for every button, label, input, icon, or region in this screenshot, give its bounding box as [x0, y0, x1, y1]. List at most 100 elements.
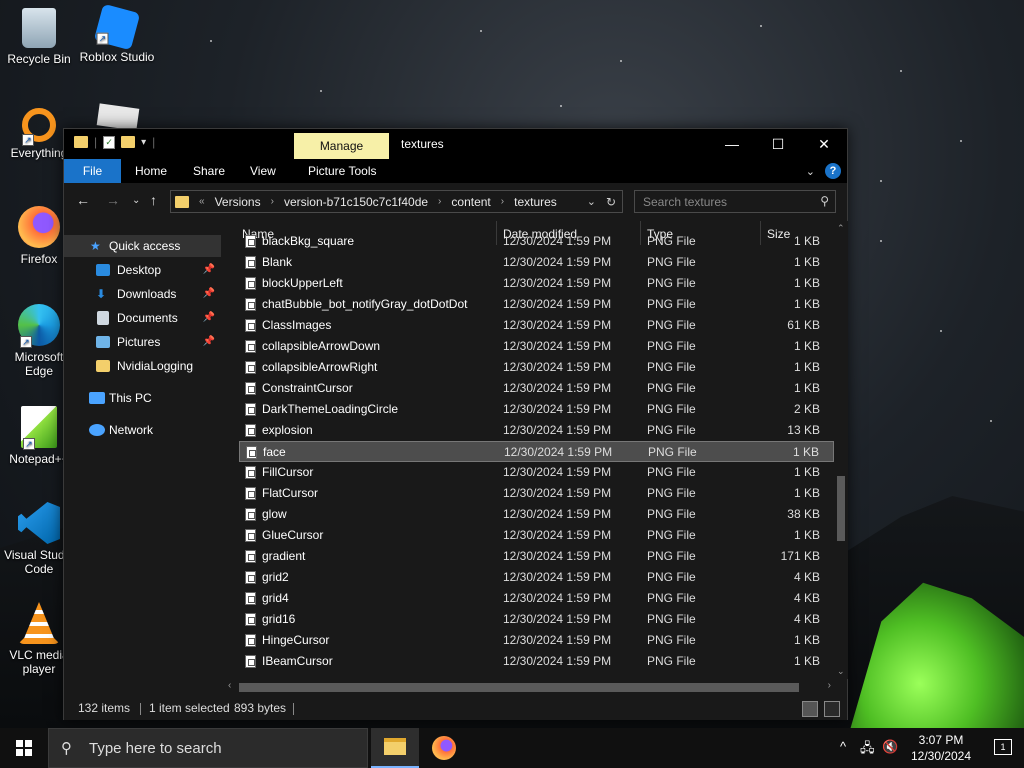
show-hidden-icons-button[interactable]: ^ [840, 739, 846, 754]
scroll-thumb[interactable] [239, 683, 799, 692]
file-row[interactable]: face 12/30/2024 1:59 PM PNG File 1 KB [239, 441, 834, 462]
desktop-icon-recycle-bin[interactable]: Recycle Bin [0, 8, 78, 66]
file-row[interactable]: gradient 12/30/2024 1:59 PM PNG File 171 KB [239, 546, 834, 567]
file-type: PNG File [647, 591, 696, 605]
file-date: 12/30/2024 1:59 PM [503, 402, 612, 416]
file-row[interactable]: GlueCursor 12/30/2024 1:59 PM PNG File 1 KB [239, 525, 834, 546]
minimize-button[interactable]: — [709, 129, 755, 159]
png-file-icon [245, 655, 256, 668]
nav-documents[interactable]: Documents 📌 [64, 307, 221, 329]
tab-home[interactable]: Home [123, 159, 179, 183]
file-row[interactable]: ClassImages 12/30/2024 1:59 PM PNG File 61 … [239, 315, 834, 336]
file-row[interactable]: Blank 12/30/2024 1:59 PM PNG File 1 KB [239, 252, 834, 273]
details-view-button[interactable] [802, 701, 818, 717]
file-row[interactable]: FillCursor 12/30/2024 1:59 PM PNG File 1 KB [239, 462, 834, 483]
nav-pictures[interactable]: Pictures 📌 [64, 331, 221, 353]
taskbar: ⚲ Type here to search ^ 🖧 🔇 3:07 PM 12/3… [0, 728, 1024, 768]
notifications-button[interactable]: 1 [994, 739, 1012, 755]
address-bar[interactable]: « Versions › version-b71c150c7c1f40de › … [170, 190, 623, 213]
nav-desktop[interactable]: Desktop 📌 [64, 259, 221, 281]
file-date: 12/30/2024 1:59 PM [503, 591, 612, 605]
tab-view[interactable]: View [238, 159, 288, 183]
refresh-icon[interactable]: ↻ [606, 195, 616, 209]
scroll-right-icon[interactable]: › [828, 680, 831, 691]
file-row[interactable]: HingeCursor 12/30/2024 1:59 PM PNG File 1 K… [239, 630, 834, 651]
help-icon[interactable]: ? [825, 163, 841, 179]
file-type: PNG File [647, 465, 696, 479]
up-button[interactable]: ↑ [150, 192, 157, 208]
roblox-studio-icon: ↗ [93, 3, 141, 51]
file-row[interactable]: grid2 12/30/2024 1:59 PM PNG File 4 KB [239, 567, 834, 588]
desktop-icon [96, 264, 110, 276]
scroll-left-icon[interactable]: ‹ [228, 680, 231, 691]
folder-icon [96, 360, 110, 372]
expand-ribbon-icon[interactable]: ⌄ [806, 165, 815, 178]
breadcrumb-versions[interactable]: Versions [215, 195, 261, 209]
file-row[interactable]: collapsibleArrowRight 12/30/2024 1:59 PM P… [239, 357, 834, 378]
file-row[interactable]: grid16 12/30/2024 1:59 PM PNG File 4 KB [239, 609, 834, 630]
file-row[interactable]: IBeamCursor 12/30/2024 1:59 PM PNG File 1 K… [239, 651, 834, 672]
file-name: blockUpperLeft [262, 276, 343, 290]
file-size: 1 KB [793, 486, 820, 500]
firefox-icon [18, 206, 60, 248]
nav-downloads[interactable]: ⬇ Downloads 📌 [64, 283, 221, 305]
breadcrumb-overflow[interactable]: « [199, 196, 205, 207]
horizontal-scrollbar[interactable]: ‹ › [225, 679, 834, 695]
file-row[interactable]: chatBubble_bot_notifyGray_dotDotDot 12/30… [239, 294, 834, 315]
back-button[interactable]: ← [76, 192, 90, 208]
network-status-icon[interactable]: 🖧 [860, 739, 875, 761]
title-bar[interactable]: | ✓ ▾ | Manage textures — ☐ ✕ [64, 129, 847, 159]
nav-network[interactable]: Network [64, 419, 221, 441]
tab-file[interactable]: File [64, 159, 121, 183]
close-button[interactable]: ✕ [801, 129, 847, 159]
forward-button[interactable]: → [106, 192, 120, 208]
qat-dropdown-icon[interactable]: ▾ [141, 137, 146, 148]
nav-quick-access[interactable]: ★ Quick access [64, 235, 221, 257]
nav-nvidialogging[interactable]: NvidiaLogging [64, 355, 221, 377]
taskbar-file-explorer[interactable] [371, 728, 419, 768]
file-row[interactable]: glow 12/30/2024 1:59 PM PNG File 38 KB [239, 504, 834, 525]
tab-manage[interactable]: Manage [294, 133, 389, 159]
file-row[interactable]: blackBkg_square 12/30/2024 1:59 PM PNG Fil… [239, 231, 834, 252]
chevron-right-icon[interactable]: › [501, 196, 504, 207]
tab-picture-tools[interactable]: Picture Tools [296, 159, 388, 183]
properties-icon[interactable]: ✓ [103, 135, 116, 149]
taskbar-firefox[interactable] [420, 728, 468, 768]
scroll-down-icon[interactable]: ⌄ [837, 666, 845, 677]
nav-this-pc[interactable]: This PC [64, 387, 221, 409]
desktop-icon-roblox-studio[interactable]: ↗ Roblox Studio [78, 3, 156, 64]
file-size: 1 KB [793, 381, 820, 395]
file-row[interactable]: explosion 12/30/2024 1:59 PM PNG File 13 KB [239, 420, 834, 441]
start-button[interactable] [0, 728, 48, 768]
large-icons-view-button[interactable] [824, 701, 840, 717]
chevron-right-icon[interactable]: › [271, 196, 274, 207]
recent-locations-icon[interactable]: ⌄ [132, 195, 140, 206]
file-size: 4 KB [793, 612, 820, 626]
file-row[interactable]: DarkThemeLoadingCircle 12/30/2024 1:59 PM… [239, 399, 834, 420]
scroll-thumb[interactable] [837, 476, 845, 541]
file-row[interactable]: FlatCursor 12/30/2024 1:59 PM PNG File 1 KB [239, 483, 834, 504]
pin-icon: 📌 [202, 336, 215, 347]
breadcrumb-version[interactable]: version-b71c150c7c1f40de [284, 195, 428, 209]
file-row[interactable]: grid4 12/30/2024 1:59 PM PNG File 4 KB [239, 588, 834, 609]
clock[interactable]: 3:07 PM 12/30/2024 [906, 732, 976, 764]
file-row[interactable]: ConstraintCursor 12/30/2024 1:59 PM PNG Fi… [239, 378, 834, 399]
maximize-button[interactable]: ☐ [755, 129, 801, 159]
tab-share[interactable]: Share [181, 159, 237, 183]
documents-icon [97, 311, 109, 325]
file-size: 61 KB [787, 318, 820, 332]
scroll-up-icon[interactable]: ⌃ [837, 223, 845, 234]
file-row[interactable]: collapsibleArrowDown 12/30/2024 1:59 PM PN… [239, 336, 834, 357]
search-input[interactable]: Search textures ⚲ [634, 190, 836, 213]
new-folder-icon[interactable] [121, 136, 136, 148]
breadcrumb-content[interactable]: content [451, 195, 490, 209]
vertical-scrollbar[interactable]: ⌃ ⌄ [834, 221, 848, 679]
address-dropdown-icon[interactable]: ⌄ [587, 195, 596, 208]
volume-muted-icon[interactable]: 🔇 [882, 739, 898, 755]
chevron-right-icon[interactable]: › [438, 196, 441, 207]
breadcrumb-textures[interactable]: textures [514, 195, 557, 209]
file-date: 12/30/2024 1:59 PM [503, 570, 612, 584]
file-size: 1 KB [793, 255, 820, 269]
taskbar-search-box[interactable]: ⚲ Type here to search [48, 728, 368, 768]
file-row[interactable]: blockUpperLeft 12/30/2024 1:59 PM PNG File… [239, 273, 834, 294]
